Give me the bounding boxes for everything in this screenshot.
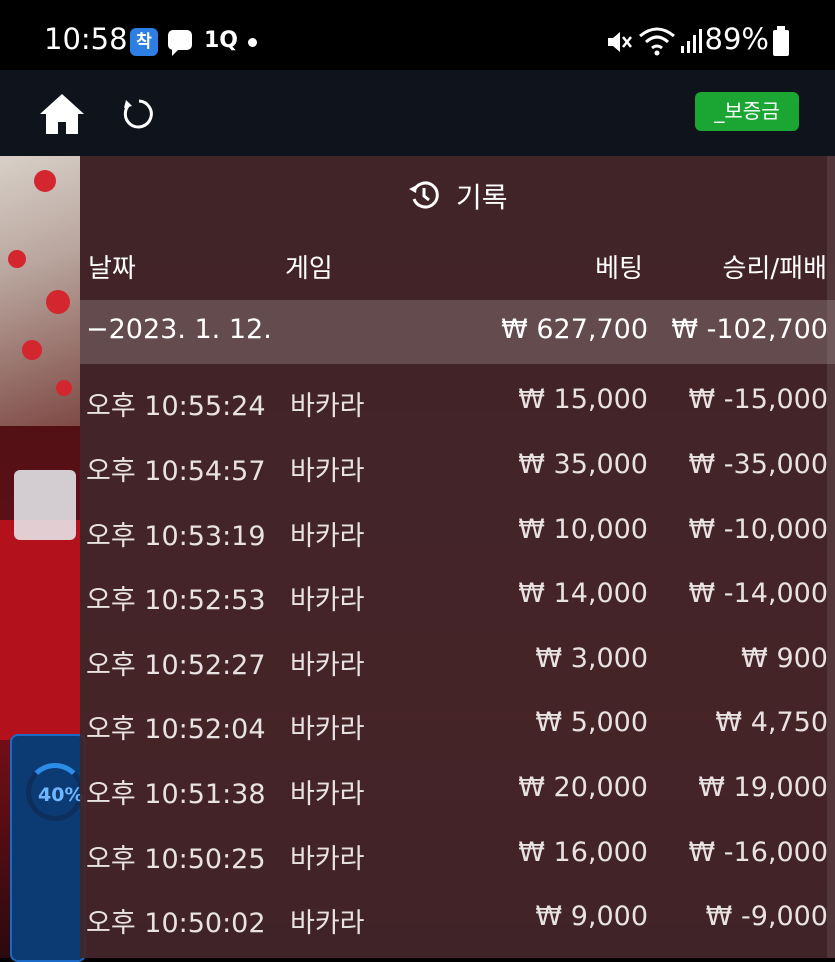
chat-notification-icon xyxy=(168,30,192,56)
row-winloss: ₩ -14,000 xyxy=(688,578,829,609)
more-notifications-icon xyxy=(248,38,257,47)
row-bet: ₩ 10,000 xyxy=(518,514,648,545)
row-bet: ₩ 20,000 xyxy=(518,772,648,803)
row-time: 오후 10:52:04 xyxy=(86,714,266,745)
mute-icon xyxy=(608,32,632,52)
card-shoe xyxy=(14,470,76,540)
history-row: 오후 10:53:19 바카라 ₩ 10,000 ₩ -10,000 xyxy=(80,500,835,564)
date-group-label: −2023. 1. 12. xyxy=(86,314,272,345)
row-game: 바카라 xyxy=(290,521,365,552)
row-game: 바카라 xyxy=(290,585,365,616)
row-game: 바카라 xyxy=(290,779,365,810)
row-winloss: ₩ 4,750 xyxy=(715,707,828,738)
column-header-bet: 베팅 xyxy=(595,254,643,284)
column-header-date: 날짜 xyxy=(88,254,136,284)
wifi-icon xyxy=(639,27,675,56)
row-bet: ₩ 9,000 xyxy=(535,901,648,932)
row-time: 오후 10:50:02 xyxy=(86,908,266,939)
blossom-decoration xyxy=(22,340,42,360)
row-time: 오후 10:51:38 xyxy=(86,779,266,810)
column-header-winloss: 승리/패배 xyxy=(722,254,827,284)
history-row: 오후 10:52:04 바카라 ₩ 5,000 ₩ 4,750 xyxy=(80,693,835,757)
date-group-row[interactable]: −2023. 1. 12. ₩ 627,700 ₩ -102,700 xyxy=(80,300,835,364)
row-game: 바카라 xyxy=(290,391,365,422)
row-bet: ₩ 3,000 xyxy=(535,643,648,674)
date-group-winloss-total: ₩ -102,700 xyxy=(671,314,828,345)
row-time: 오후 10:50:25 xyxy=(86,844,266,875)
row-time: 오후 10:54:57 xyxy=(86,456,266,487)
row-game: 바카라 xyxy=(290,456,365,487)
deposit-button[interactable]: _보증금 xyxy=(695,92,799,131)
history-panel: 기록 날짜 게임 베팅 승리/패배 −2023. 1. 12. ₩ 627,70… xyxy=(80,156,835,958)
row-time: 오후 10:52:53 xyxy=(86,585,266,616)
app-notification-icon-2: 1Q xyxy=(204,28,239,53)
history-row: 오후 10:50:02 바카라 ₩ 9,000 ₩ -9,000 xyxy=(80,887,835,951)
row-winloss: ₩ -10,000 xyxy=(688,514,829,545)
date-group-bet-total: ₩ 627,700 xyxy=(501,314,648,345)
history-title: 기록 xyxy=(456,181,508,214)
row-bet: ₩ 14,000 xyxy=(518,578,648,609)
row-winloss: ₩ -9,000 xyxy=(705,901,828,932)
progress-label: 40% xyxy=(38,784,84,806)
history-row: 오후 10:52:27 바카라 ₩ 3,000 ₩ 900 xyxy=(80,629,835,693)
row-winloss: ₩ -15,000 xyxy=(688,384,829,415)
row-bet: ₩ 16,000 xyxy=(518,837,648,868)
battery-icon xyxy=(773,26,789,56)
history-row: 오후 10:50:25 바카라 ₩ 16,000 ₩ -16,000 xyxy=(80,823,835,887)
blossom-decoration xyxy=(34,170,56,192)
row-winloss: ₩ 900 xyxy=(741,643,828,674)
row-time: 오후 10:53:19 xyxy=(86,521,266,552)
column-header-game: 게임 xyxy=(285,254,333,284)
row-winloss: ₩ -35,000 xyxy=(688,449,829,480)
row-game: 바카라 xyxy=(290,650,365,681)
game-table xyxy=(0,520,80,740)
clock: 10:58 xyxy=(44,22,128,56)
history-header: 기록 xyxy=(80,156,835,232)
battery-percent: 89% xyxy=(704,22,769,56)
history-row: 오후 10:54:57 바카라 ₩ 35,000 ₩ -35,000 xyxy=(80,435,835,499)
row-game: 바카라 xyxy=(290,714,365,745)
row-game: 바카라 xyxy=(290,844,365,875)
row-game: 바카라 xyxy=(290,908,365,939)
scrollbar[interactable] xyxy=(827,156,835,958)
blossom-decoration xyxy=(46,290,70,314)
history-row: 오후 10:52:53 바카라 ₩ 14,000 ₩ -14,000 xyxy=(80,564,835,628)
signal-icon xyxy=(681,29,702,53)
history-icon xyxy=(409,181,439,209)
home-icon[interactable] xyxy=(38,92,86,136)
app-notification-icon: 착 xyxy=(130,28,158,56)
history-row: 오후 10:51:38 바카라 ₩ 20,000 ₩ 19,000 xyxy=(80,758,835,822)
history-row: 오후 10:55:24 바카라 ₩ 15,000 ₩ -15,000 xyxy=(80,370,835,434)
blossom-decoration xyxy=(56,380,72,396)
blossom-decoration xyxy=(8,250,26,268)
row-time: 오후 10:52:27 xyxy=(86,650,266,681)
row-time: 오후 10:55:24 xyxy=(86,391,266,422)
row-winloss: ₩ 19,000 xyxy=(698,772,828,803)
row-bet: ₩ 15,000 xyxy=(518,384,648,415)
row-bet: ₩ 35,000 xyxy=(518,449,648,480)
status-bar: 10:58 착 1Q 89% xyxy=(0,0,835,70)
row-winloss: ₩ -16,000 xyxy=(688,837,829,868)
refresh-icon[interactable] xyxy=(120,96,158,134)
top-nav: _보증금 xyxy=(0,70,835,156)
row-bet: ₩ 5,000 xyxy=(535,707,648,738)
